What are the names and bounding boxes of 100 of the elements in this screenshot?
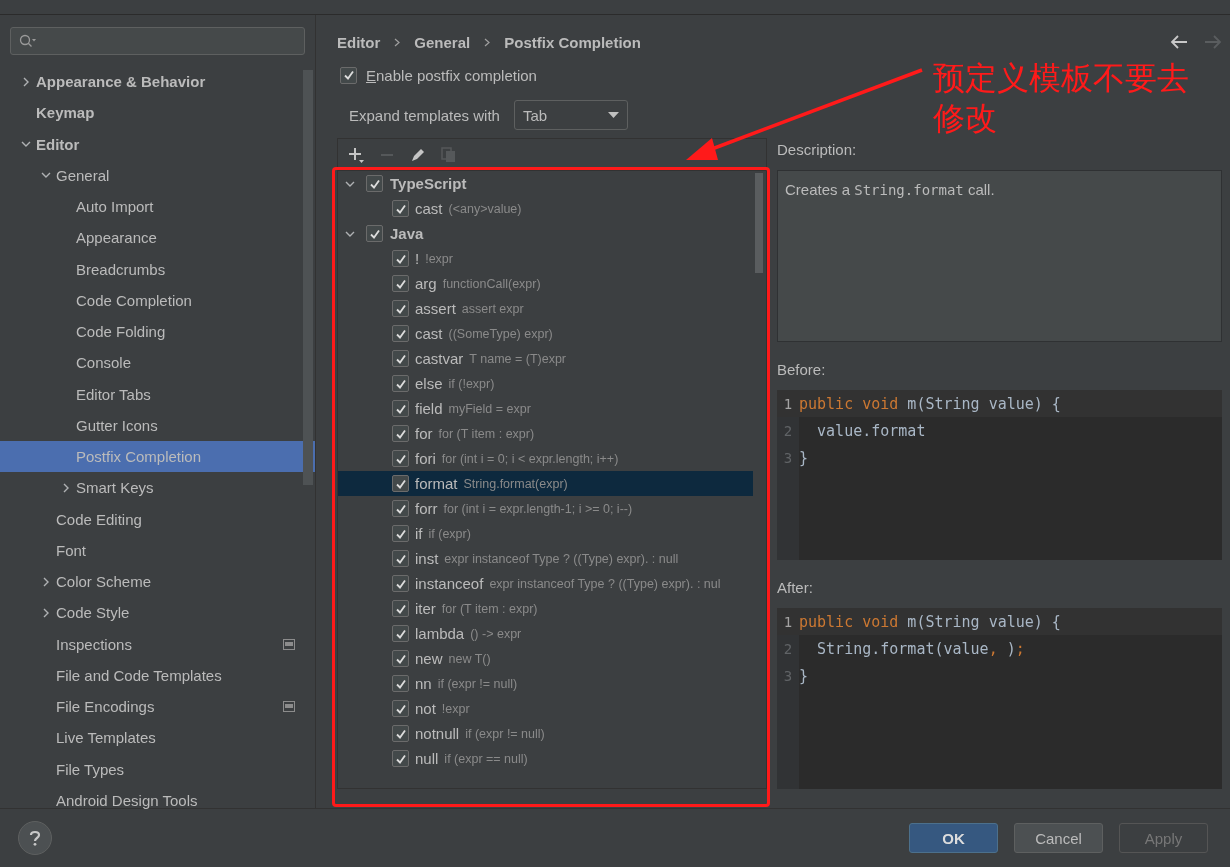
checkbox[interactable] [340, 66, 357, 84]
back-arrow-icon[interactable] [1170, 35, 1188, 49]
template-row[interactable]: new new T() [338, 646, 753, 671]
ok-button[interactable]: OK [909, 823, 998, 853]
search-field[interactable] [10, 27, 305, 55]
sidebar-item[interactable]: Breadcrumbs [0, 253, 315, 285]
checkbox[interactable] [392, 400, 409, 417]
template-group[interactable]: Java [390, 225, 424, 242]
sidebar-item[interactable]: Color Scheme [0, 566, 315, 598]
checkbox[interactable] [392, 300, 409, 317]
sidebar-item[interactable]: Editor [0, 128, 315, 160]
sidebar-item[interactable]: Live Templates [0, 722, 315, 754]
sidebar-item[interactable]: Font [0, 534, 315, 566]
help-button[interactable] [18, 821, 52, 855]
checkbox[interactable] [392, 275, 409, 292]
breadcrumb[interactable]: General [414, 33, 471, 51]
checkbox[interactable] [392, 575, 409, 592]
checkbox[interactable] [392, 325, 409, 342]
sidebar-item[interactable]: Code Completion [0, 284, 315, 316]
chevron-right-icon[interactable] [41, 576, 51, 587]
sidebar-label: File Types [56, 760, 125, 778]
dialog-button[interactable]: Cancel [1014, 823, 1103, 853]
template-row[interactable]: format String.format(expr) [338, 471, 753, 496]
scrollbar[interactable] [303, 70, 313, 485]
template-row[interactable]: for for (T item : expr) [338, 421, 753, 446]
sidebar-item[interactable]: Console [0, 347, 315, 379]
checkbox[interactable] [392, 725, 409, 742]
checkbox[interactable] [392, 525, 409, 542]
checkbox[interactable] [392, 500, 409, 517]
checkbox[interactable] [392, 625, 409, 642]
checkbox[interactable] [392, 650, 409, 667]
checkbox[interactable] [366, 225, 383, 242]
sidebar-item[interactable]: Code Folding [0, 316, 315, 348]
template-row[interactable]: cast (<any>value) [338, 196, 753, 221]
code-line: value.format [816, 421, 926, 440]
sidebar-item[interactable]: Appearance [0, 222, 315, 254]
template-row[interactable]: inst expr instanceof Type ? ((Type) expr). : null [338, 546, 753, 571]
template-row[interactable]: castvar T name = (T)expr [338, 346, 753, 371]
template-row[interactable]: lambda () -> expr [338, 621, 753, 646]
checkbox[interactable] [366, 175, 383, 192]
template-row[interactable]: iter for (T item : expr) [338, 596, 753, 621]
sidebar-item[interactable]: Auto Import [0, 191, 315, 223]
breadcrumb[interactable]: Postfix Completion [504, 33, 641, 51]
sidebar-item[interactable]: Smart Keys [0, 472, 315, 504]
checkbox[interactable] [392, 200, 409, 217]
template-row[interactable]: instanceof expr instanceof Type ? ((Type) expr). : nul [338, 571, 753, 596]
checkbox[interactable] [392, 750, 409, 767]
checkmark-icon [394, 302, 407, 315]
sidebar-item[interactable]: Appearance & Behavior [0, 66, 315, 98]
sidebar-item[interactable]: File Types [0, 753, 315, 785]
checkbox[interactable] [392, 350, 409, 367]
template-row[interactable]: else if (!expr) [338, 371, 753, 396]
template-row[interactable]: field myField = expr [338, 396, 753, 421]
sidebar-item[interactable]: General [0, 159, 315, 191]
checkbox[interactable] [392, 450, 409, 467]
add-icon[interactable] [347, 145, 365, 164]
checkmark-icon [394, 327, 407, 340]
checkbox[interactable] [392, 475, 409, 492]
chevron-right-icon[interactable] [61, 482, 71, 493]
sidebar-item[interactable]: Gutter Icons [0, 409, 315, 441]
template-group[interactable]: TypeScript [390, 175, 467, 192]
chevron-right-icon[interactable] [21, 76, 31, 87]
checkmark-icon [394, 552, 407, 565]
template-row[interactable]: notnull if (expr != null) [338, 721, 753, 746]
checkbox[interactable] [392, 550, 409, 567]
checkbox[interactable] [392, 425, 409, 442]
checkbox[interactable] [392, 600, 409, 617]
template-row[interactable]: ! !expr [338, 246, 753, 271]
breadcrumb[interactable]: Editor [337, 33, 381, 51]
template-row[interactable]: nn if (expr != null) [338, 671, 753, 696]
checkbox[interactable] [392, 250, 409, 267]
checkmark-icon [394, 727, 407, 740]
sidebar-label: Gutter Icons [76, 416, 158, 434]
chevron-right-icon[interactable] [41, 607, 51, 618]
sidebar-item[interactable]: Editor Tabs [0, 378, 315, 410]
checkbox[interactable] [392, 700, 409, 717]
sidebar-item[interactable]: Android Design Tools [0, 784, 315, 816]
template-row[interactable]: null if (expr == null) [338, 746, 753, 771]
checkbox[interactable] [392, 375, 409, 392]
template-row[interactable]: if if (expr) [338, 521, 753, 546]
checkmark-icon [394, 377, 407, 390]
checkbox-label[interactable]: Enable postfix completion [366, 66, 537, 84]
sidebar-item[interactable]: Code Editing [0, 503, 315, 535]
template-key: cast [415, 200, 443, 217]
template-row[interactable]: assert assert expr [338, 296, 753, 321]
sidebar-item[interactable]: Keymap [0, 97, 315, 129]
checkbox[interactable] [392, 675, 409, 692]
template-row[interactable]: not !expr [338, 696, 753, 721]
template-key: nn [415, 675, 432, 692]
dropdown[interactable]: Tab [513, 100, 628, 130]
sidebar-item[interactable]: Code Style [0, 597, 315, 629]
template-row[interactable]: arg functionCall(expr) [338, 271, 753, 296]
template-example: expr instanceof Type ? ((Type) expr). : null [444, 551, 679, 566]
scrollbar[interactable] [755, 173, 763, 273]
template-key: inst [415, 550, 439, 567]
template-row[interactable]: cast ((SomeType) expr) [338, 321, 753, 346]
checkmark-icon [394, 752, 407, 765]
sidebar-item[interactable]: Inspections [0, 628, 315, 660]
sidebar-item[interactable]: File and Code Templates [0, 659, 315, 691]
sidebar-item[interactable]: File Encodings [0, 691, 315, 723]
